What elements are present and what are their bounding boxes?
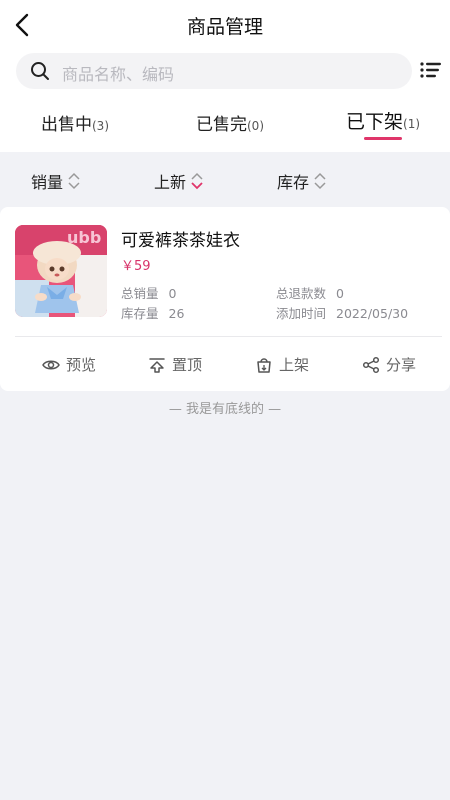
share-label: 分享 (386, 356, 417, 374)
tab-label: 出售中 (41, 115, 92, 135)
tab-on-sale[interactable]: 出售中(3) (41, 110, 109, 135)
status-tabs: 出售中(3) 已售完(0) 已下架(1) (0, 100, 450, 150)
search-placeholder: 商品名称、编码 (62, 65, 175, 84)
sort-bar: 销量 上新 库存 (0, 152, 450, 204)
sort-by-stock[interactable]: 库存 (277, 169, 327, 193)
search-input[interactable]: 商品名称、编码 (16, 53, 412, 89)
tab-off-shelf[interactable]: 已下架(1) (346, 107, 421, 140)
tab-count: (0) (247, 119, 264, 133)
product-name: 可爱裤茶茶娃衣 (121, 231, 240, 251)
total-sales-label: 总销量 (121, 286, 159, 301)
page-title: 商品管理 (186, 16, 263, 38)
sort-label: 库存 (277, 173, 310, 192)
stock: 库存量 26 (121, 303, 184, 322)
product-image: ubb (15, 225, 107, 317)
preview-button[interactable]: 预览 (42, 354, 96, 375)
share-button[interactable]: 分享 (362, 354, 416, 375)
pin-top-icon (149, 357, 165, 373)
total-sales-value: 0 (168, 286, 177, 301)
divider (15, 336, 442, 337)
shelve-label: 上架 (279, 356, 310, 374)
sort-by-new[interactable]: 上新 (154, 169, 204, 193)
pin-top-button[interactable]: 置顶 (148, 354, 202, 375)
tab-count: (1) (403, 117, 421, 131)
added-time: 添加时间 2022/05/30 (276, 303, 408, 322)
list-menu-icon (420, 62, 441, 78)
header-area: 商品管理 商品名称、编码 出售中(3) 已售完(0) 已下架(1) (0, 0, 450, 152)
total-refunds: 总退款数 0 (276, 283, 344, 302)
preview-label: 预览 (66, 356, 97, 374)
sort-arrows-icon (314, 172, 326, 190)
sort-label: 上新 (154, 173, 187, 192)
pin-top-label: 置顶 (172, 356, 203, 374)
total-sales: 总销量 0 (121, 283, 176, 302)
sort-label: 销量 (31, 173, 64, 192)
title-bar: 商品管理 (0, 0, 450, 50)
active-tab-indicator (364, 137, 402, 140)
list-menu-button[interactable] (420, 61, 442, 83)
added-time-label: 添加时间 (276, 306, 327, 321)
shelve-button[interactable]: 上架 (255, 354, 309, 375)
stock-label: 库存量 (121, 306, 159, 321)
end-of-list-text: — 我是有底线的 — (168, 402, 282, 417)
product-thumbnail[interactable]: ubb (15, 225, 107, 317)
share-icon (362, 356, 380, 373)
eye-icon (42, 360, 60, 369)
added-time-value: 2022/05/30 (336, 306, 409, 321)
tab-sold-out[interactable]: 已售完(0) (196, 110, 264, 135)
product-card: ubb 可爱裤茶茶娃衣 ￥59 总销量 0 库存量 26 总退款数 0 添加时间 202… (0, 207, 450, 391)
sort-arrows-icon (68, 172, 80, 190)
refunds-label: 总退款数 (276, 286, 327, 301)
tab-label: 已下架 (346, 111, 404, 133)
tab-count: (3) (92, 119, 109, 133)
shelve-bag-icon (257, 357, 271, 373)
stock-value: 26 (168, 306, 185, 321)
sort-by-sales[interactable]: 销量 (31, 169, 81, 193)
refunds-value: 0 (336, 286, 344, 301)
product-price: ￥59 (121, 259, 151, 274)
search-icon (31, 62, 49, 80)
sort-arrows-icon (191, 172, 203, 190)
tab-label: 已售完 (196, 115, 247, 135)
